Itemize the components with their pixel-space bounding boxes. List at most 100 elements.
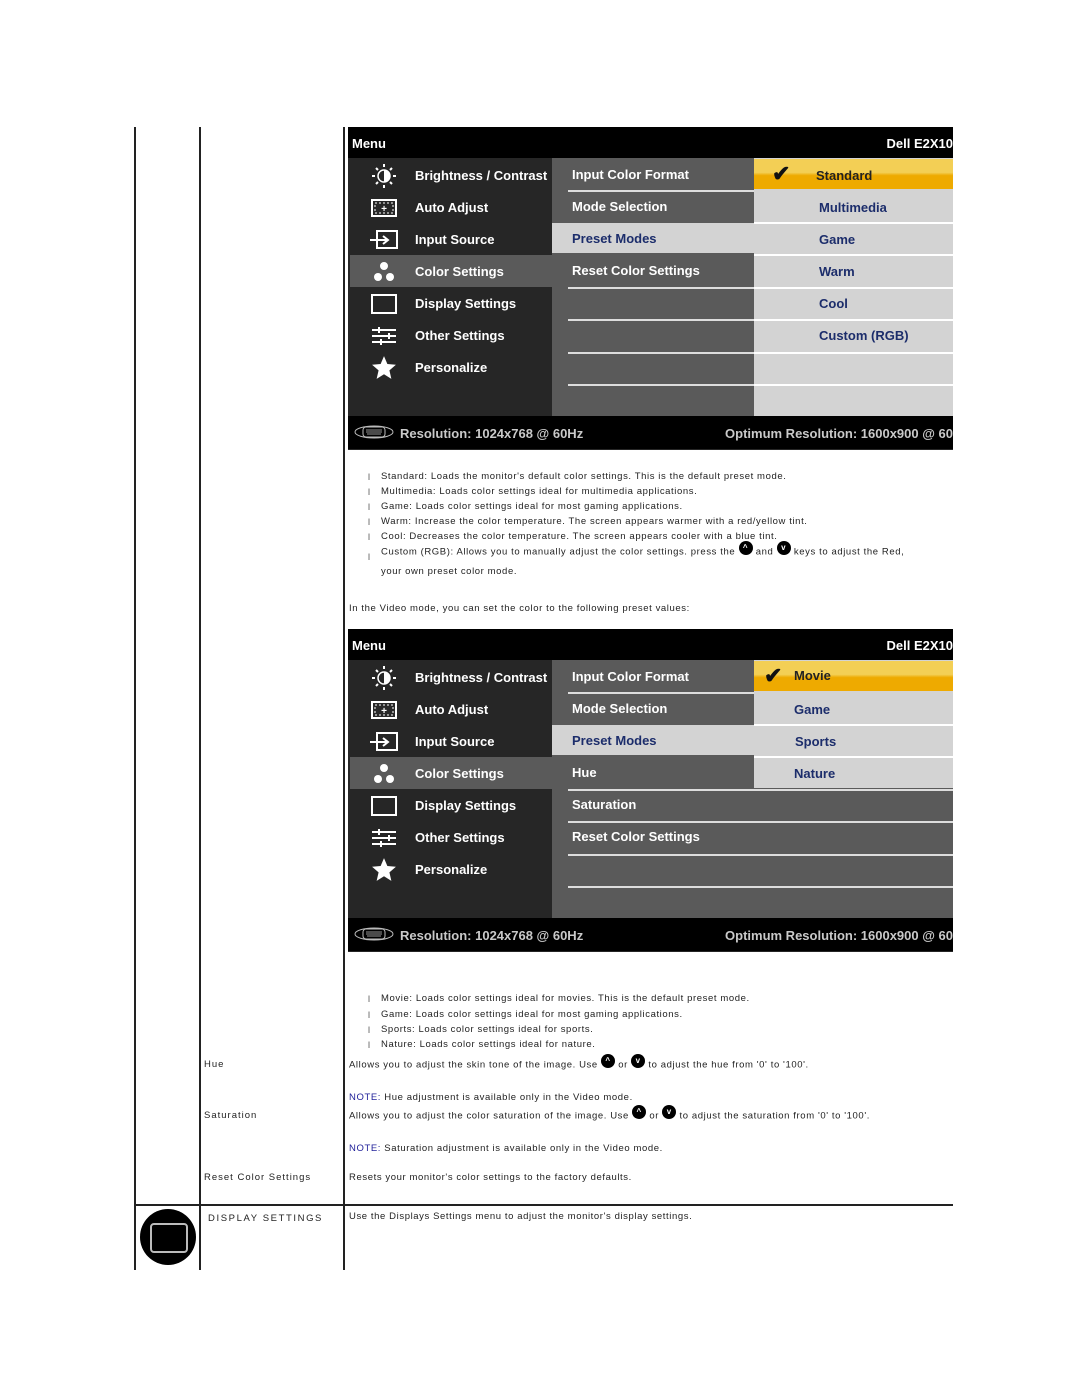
osd-item-personalize[interactable]: Personalize xyxy=(350,351,552,383)
bullet: l xyxy=(368,1025,370,1035)
down-key-icon: v xyxy=(631,1054,646,1068)
osd-menu-label: Menu xyxy=(352,136,386,151)
osd-item-auto-adjust[interactable]: + Auto Adjust xyxy=(350,191,552,223)
video-desc-movie: Movie: Loads color settings ideal for mo… xyxy=(381,993,750,1004)
bullet: l xyxy=(368,517,370,527)
osd-option-sports[interactable]: Sports xyxy=(754,725,953,755)
brightness-icon xyxy=(368,164,400,188)
osd-option-movie[interactable]: ✔ Movie xyxy=(754,661,953,691)
osd-main-menu: Brightness / Contrast + Auto Adjust Inpu… xyxy=(350,158,552,416)
osd-submenu-hue[interactable]: Hue xyxy=(552,757,754,787)
osd-option-multimedia[interactable]: Multimedia xyxy=(754,191,953,221)
table-border-col1 xyxy=(199,127,201,1270)
osd-header: Menu Dell E2X10 xyxy=(348,127,953,158)
osd-separator xyxy=(754,222,953,224)
osd-option-game[interactable]: Game xyxy=(754,693,953,723)
saturation-label: Saturation xyxy=(204,1110,258,1121)
svg-text:+: + xyxy=(381,204,387,215)
osd-item-other-settings[interactable]: Other Settings xyxy=(350,821,552,853)
osd-separator xyxy=(754,287,953,289)
mode-desc-cool: Cool: Decreases the color temperature. T… xyxy=(381,531,778,542)
osd-header: Menu Dell E2X10 xyxy=(348,629,953,660)
up-key-icon: ^ xyxy=(738,541,753,555)
osd-submenu-preset-modes[interactable]: Preset Modes xyxy=(552,725,754,755)
osd-item-input-source[interactable]: Input Source xyxy=(350,223,552,255)
osd-submenu-saturation[interactable]: Saturation xyxy=(552,789,953,819)
osd-item-display-settings[interactable]: Display Settings xyxy=(350,789,552,821)
svg-text:+: + xyxy=(381,706,387,717)
osd-option-warm[interactable]: Warm xyxy=(754,255,953,285)
osd-option-standard[interactable]: ✔ Standard xyxy=(754,159,953,189)
video-desc-sports: Sports: Loads color settings ideal for s… xyxy=(381,1024,594,1035)
video-mode-intro: In the Video mode, you can set the color… xyxy=(349,603,690,614)
osd-model: Dell E2X10 xyxy=(886,136,954,151)
osd-submenu-mode-selection[interactable]: Mode Selection xyxy=(552,191,754,221)
table-border-col2 xyxy=(343,127,345,1270)
current-resolution: Resolution: 1024x768 @ 60Hz xyxy=(400,426,584,441)
note-label: NOTE: xyxy=(349,1143,382,1154)
osd-submenu-reset-color-settings[interactable]: Reset Color Settings xyxy=(552,255,754,285)
osd-item-auto-adjust[interactable]: + Auto Adjust xyxy=(350,693,552,725)
reset-color-settings-label: Reset Color Settings xyxy=(204,1172,312,1183)
osd-separator xyxy=(568,692,754,694)
down-key-icon: v xyxy=(776,541,791,555)
auto-adjust-icon: + xyxy=(368,699,400,721)
osd-separator xyxy=(568,319,754,321)
osd-item-brightness-contrast[interactable]: Brightness / Contrast xyxy=(350,159,552,191)
osd-item-display-settings[interactable]: Display Settings xyxy=(350,287,552,319)
osd-separator xyxy=(568,886,953,888)
osd-menu-graphics: Menu Dell E2X10 Brightness / Contrast + … xyxy=(348,127,953,450)
osd-separator xyxy=(754,319,953,321)
bullet: l xyxy=(368,532,370,542)
star-icon xyxy=(368,356,400,379)
mode-desc-multimedia: Multimedia: Loads color settings ideal f… xyxy=(381,486,698,497)
bullet: l xyxy=(368,552,370,562)
osd-menu-video: Menu Dell E2X10 Brightness / Contrast + … xyxy=(348,629,953,952)
hue-label: Hue xyxy=(204,1059,225,1070)
checkmark-icon: ✔ xyxy=(764,663,783,688)
osd-separator xyxy=(754,254,953,256)
mode-desc-custom-rgb: Custom (RGB): Allows you to manually adj… xyxy=(381,541,905,558)
osd-separator xyxy=(568,352,754,354)
osd-item-personalize[interactable]: Personalize xyxy=(350,853,552,885)
osd-option-cool[interactable]: Cool xyxy=(754,287,953,317)
osd-submenu-input-color-format[interactable]: Input Color Format xyxy=(552,661,754,691)
bullet: l xyxy=(368,994,370,1004)
brightness-icon xyxy=(368,666,400,690)
vga-connector-icon xyxy=(354,927,394,944)
hue-note: NOTE: Hue adjustment is available only i… xyxy=(349,1092,633,1103)
input-source-icon xyxy=(368,229,400,251)
osd-submenu-preset-modes[interactable]: Preset Modes xyxy=(552,223,754,253)
osd-separator xyxy=(568,789,953,791)
optimum-resolution: Optimum Resolution: 1600x900 @ 60 xyxy=(725,426,953,441)
color-settings-icon xyxy=(368,261,400,283)
osd-model: Dell E2X10 xyxy=(886,638,954,653)
optimum-resolution: Optimum Resolution: 1600x900 @ 60 xyxy=(725,928,953,943)
osd-item-color-settings[interactable]: Color Settings xyxy=(350,255,552,287)
osd-item-brightness-contrast[interactable]: Brightness / Contrast xyxy=(350,661,552,693)
osd-item-color-settings[interactable]: Color Settings xyxy=(350,757,552,789)
hue-description: Allows you to adjust the skin tone of th… xyxy=(349,1054,809,1071)
osd-submenu-input-color-format[interactable]: Input Color Format xyxy=(552,159,754,189)
osd-item-input-source[interactable]: Input Source xyxy=(350,725,552,757)
table-border-left xyxy=(134,127,136,1270)
vga-connector-icon xyxy=(354,425,394,442)
osd-separator xyxy=(754,724,953,726)
osd-separator xyxy=(568,190,754,192)
mode-desc-custom-rgb-cont: your own preset color mode. xyxy=(381,566,518,577)
osd-item-other-settings[interactable]: Other Settings xyxy=(350,319,552,351)
up-key-icon: ^ xyxy=(601,1054,616,1068)
osd-option-game[interactable]: Game xyxy=(754,223,953,253)
note-label: NOTE: xyxy=(349,1092,382,1103)
current-resolution: Resolution: 1024x768 @ 60Hz xyxy=(400,928,584,943)
osd-submenu-reset-color-settings[interactable]: Reset Color Settings xyxy=(552,821,953,851)
osd-separator xyxy=(754,384,953,386)
osd-separator xyxy=(568,821,953,823)
bullet: l xyxy=(368,487,370,497)
display-settings-label: DISPLAY SETTINGS xyxy=(208,1213,323,1224)
osd-option-custom-rgb[interactable]: Custom (RGB) xyxy=(754,319,953,349)
osd-option-nature[interactable]: Nature xyxy=(754,757,953,787)
video-desc-nature: Nature: Loads color settings ideal for n… xyxy=(381,1039,596,1050)
star-icon xyxy=(368,858,400,881)
osd-submenu-mode-selection[interactable]: Mode Selection xyxy=(552,693,754,723)
